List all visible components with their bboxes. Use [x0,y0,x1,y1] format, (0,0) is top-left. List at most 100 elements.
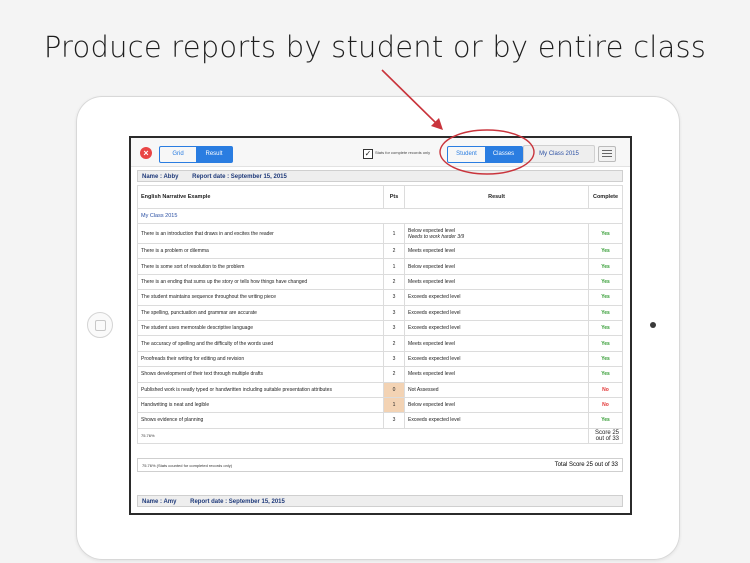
pts-cell: 1 [383,258,405,275]
class-group-label: My Class 2015 [137,208,623,224]
pts-cell: 2 [383,242,405,260]
scope-toggle: Student Classes [447,146,523,163]
tab-classes[interactable]: Classes [485,147,522,162]
pts-cell: 3 [383,304,405,321]
report-table: English Narrative Example Pts Result Com… [137,185,623,444]
criterion-cell: The accuracy of spelling and the difficu… [137,335,384,352]
criterion-cell: The student uses memorable descriptive l… [137,319,384,337]
criterion-cell: The student maintains sequence throughou… [137,289,384,306]
table-row: There is some sort of resolution to the … [137,258,623,275]
result-cell: Meets expected level [404,366,589,383]
result-text: Exceeds expected level [408,325,461,332]
result-text: Exceeds expected level [408,294,461,301]
report-date: Report date : September 15, 2015 [190,499,285,505]
table-row: Shows development of their text through … [137,366,623,383]
pts-cell: 1 [383,223,405,244]
result-cell: Not Assessed [404,381,589,398]
table-row: Published work is neatly typed or handwr… [137,381,623,398]
criterion-cell: Shows evidence of planning [137,412,384,429]
result-cell: Below expected level [404,396,589,414]
result-cell: Exceeds expected level [404,319,589,337]
result-cell: Meets expected level [404,242,589,260]
toolbar: × Grid Result ✓ Stats for complete recor… [131,138,630,167]
tab-result[interactable]: Result [196,147,232,162]
complete-cell: Yes [588,319,623,337]
view-toggle: Grid Result [159,146,233,163]
pts-cell: 3 [383,319,405,337]
complete-cell: Yes [588,412,623,429]
result-text: Below expected level [408,227,455,234]
table-row: The student maintains sequence throughou… [137,289,623,306]
result-cell: Below expected level [404,258,589,275]
camera-dot [650,322,656,328]
criterion-cell: There is an introduction that draws in a… [137,223,384,244]
complete-cell: Yes [588,289,623,306]
result-text: Meets expected level [408,371,455,378]
menu-icon[interactable] [598,146,616,162]
tab-grid[interactable]: Grid [160,147,196,162]
complete-cell: No [588,396,623,414]
result-text: Below expected level [408,402,455,409]
header-pts: Pts [383,185,405,209]
result-text: Exceeds expected level [408,309,461,316]
stats-checkbox-label: Stats for complete records only [375,150,431,155]
pts-cell: 3 [383,289,405,306]
total-score-row: 75.76% (Stats counted for completed reco… [137,458,623,472]
result-cell: Exceeds expected level [404,304,589,321]
result-cell: Meets expected level [404,335,589,352]
result-note: Needs to work harder 3/9 [408,233,465,240]
report-date: Report date : September 15, 2015 [192,174,287,180]
result-cell: Exceeds expected level [404,289,589,306]
criterion-cell: Shows development of their text through … [137,366,384,383]
header-complete: Complete [588,185,623,209]
result-text: Meets expected level [408,340,455,347]
complete-cell: Yes [588,350,623,368]
pts-cell: 0 [383,381,405,398]
stats-checkbox[interactable]: ✓ [363,149,373,159]
complete-cell: Yes [588,273,623,291]
table-row: Shows evidence of planning 3 Exceeds expec… [137,412,623,429]
complete-cell: Yes [588,304,623,321]
total-score: Total Score 25 out of 33 [554,462,618,468]
header-criterion: English Narrative Example [137,185,384,209]
table-row: The student uses memorable descriptive l… [137,319,623,337]
complete-cell: Yes [588,335,623,352]
stats-note: 75.76% (Stats counted for completed reco… [142,463,233,468]
score-label: Score 25 out of 33 [588,427,623,444]
result-text: Exceeds expected level [408,417,461,424]
criterion-cell: The spelling, punctuation and grammar ar… [137,304,384,321]
pts-cell: 3 [383,412,405,429]
table-row: There is a problem or dilemma 2 Meets expe… [137,242,623,260]
criterion-cell: Published work is neatly typed or handwr… [137,381,384,398]
marketing-caption: Produce reports by student or by entire … [43,30,707,64]
result-cell: Exceeds expected level [404,350,589,368]
criterion-cell: There is a problem or dilemma [137,242,384,260]
complete-cell: Yes [588,242,623,260]
result-text: Not Assessed [408,386,439,393]
pts-cell: 2 [383,335,405,352]
result-cell: Exceeds expected level [404,412,589,429]
table-row: Handwriting is neat and legible 1 Below ex… [137,396,623,414]
student-header-amy: Name : Amy Report date : September 15, 2… [137,495,623,507]
criterion-cell: There is an ending that sums up the stor… [137,273,384,291]
criterion-cell: Handwriting is neat and legible [137,396,384,414]
student-name: Name : Abby [142,174,179,180]
pts-cell: 3 [383,350,405,368]
pts-cell: 2 [383,273,405,291]
result-text: Below expected level [408,263,455,270]
result-text: Exceeds expected level [408,355,461,362]
close-icon[interactable]: × [140,147,152,159]
class-selector[interactable]: My Class 2015 [523,145,595,163]
complete-cell: Yes [588,366,623,383]
complete-cell: Yes [588,258,623,275]
complete-cell: Yes [588,223,623,244]
criterion-cell: Proofreads their writing for editing and… [137,350,384,368]
home-button[interactable] [87,312,113,338]
result-text: Meets expected level [408,248,455,255]
criterion-cell: There is some sort of resolution to the … [137,258,384,275]
result-cell: Below expected level Needs to work harder… [404,223,589,244]
tab-student[interactable]: Student [448,147,485,162]
student-header-abby: Name : Abby Report date : September 15, … [137,170,623,182]
table-row: There is an ending that sums up the stor… [137,273,623,291]
complete-cell: No [588,381,623,398]
